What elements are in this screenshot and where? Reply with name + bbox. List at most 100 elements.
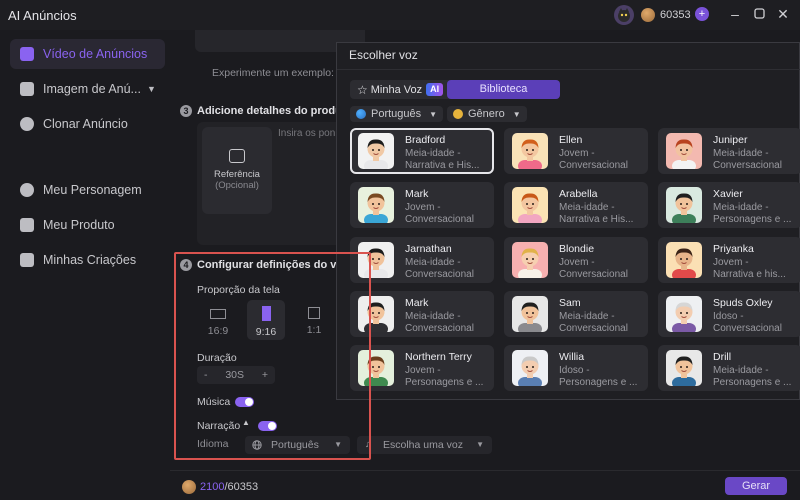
duration-stepper[interactable]: - 30S + [197,366,275,384]
voice-avatar [512,296,548,332]
voice-name: Willia [559,351,585,363]
voice-avatar [512,187,548,223]
voice-card[interactable]: Jarnathan Meia-idade - Conversacional [350,237,494,283]
voice-name: Arabella [559,188,598,200]
chevron-down-icon: ▼ [429,109,438,119]
duration-label: Duração [197,352,237,364]
voice-style: Conversacional [559,269,628,280]
voice-name: Ellen [559,134,583,146]
voice-age: Idoso - [559,365,590,376]
duration-plus-button[interactable]: + [262,369,268,381]
filter-label: Gênero [468,108,505,120]
clone-icon [20,117,34,131]
voice-style: Narrativa e His... [559,214,634,225]
voice-card[interactable]: Blondie Jovem - Conversacional [504,237,648,283]
globe-icon [252,440,262,450]
voice-age: Jovem - [559,148,595,159]
modal-footer [337,394,800,400]
voice-select[interactable]: ♫ Escolha uma voz ▼ [357,436,492,454]
generate-button[interactable]: Gerar [725,477,787,495]
language-filter[interactable]: Português ▼ [350,106,444,122]
voice-card[interactable]: Sam Meia-idade - Conversacional [504,291,648,337]
voice-avatar [512,133,548,169]
voice-style: Narrativa e his... [713,269,786,280]
tab-label: Minha Voz [370,83,423,96]
voice-style: Personagens e ... [713,214,792,225]
voice-age: Meia-idade - [559,202,615,213]
step4-heading: 4 Configurar definições do vídeo [180,259,359,271]
voice-name: Mark [405,297,429,309]
voice-name: Xavier [713,188,743,200]
music-toggle[interactable] [235,397,254,407]
ratio-option-1-1[interactable]: 1:1 [295,300,333,340]
ratio-option-9-16[interactable]: 9:16 [247,300,285,340]
product-details-input[interactable]: Insira os pon [278,128,335,139]
voice-avatar [512,350,548,386]
voice-style: Narrativa e His... [405,160,480,171]
portrait-icon [261,306,271,321]
user-avatar[interactable] [614,5,634,25]
reference-label: Referência [214,169,260,180]
voice-name: Sam [559,297,581,309]
voice-card[interactable]: Ellen Jovem - Conversacional [504,128,648,174]
voice-card[interactable]: Drill Meia-idade - Personagens e ... [658,345,800,391]
gender-filter[interactable]: Gênero ▼ [447,106,527,122]
duration-minus-button[interactable]: - [204,369,208,381]
sidebar-item-my-creations[interactable]: Minhas Criações [10,245,165,275]
voice-card[interactable]: Willia Idoso - Personagens e ... [504,345,648,391]
music-label: Música [197,396,231,408]
language-label: Idioma [197,438,229,450]
voice-name: Juniper [713,134,748,146]
sidebar-item-my-product[interactable]: Meu Produto [10,210,165,240]
voice-card[interactable]: Bradford Meia-idade - Narrativa e His... [350,128,494,174]
coin-icon [182,480,196,494]
example-prompt-text: Experimente um exemplo: [212,67,334,79]
voice-name: Jarnathan [405,243,452,255]
voice-avatar [512,242,548,278]
sidebar-item-label: Meu Produto [43,218,115,232]
globe-icon [356,109,366,119]
sidebar-item-my-character[interactable]: Meu Personagem [10,175,165,205]
voice-age: Jovem - [559,257,595,268]
tab-library[interactable]: Biblioteca [447,80,560,99]
voice-style: Conversacional [405,269,474,280]
voice-age: Idoso - [713,311,744,322]
ratio-option-16-9[interactable]: 16:9 [199,300,237,340]
voice-card[interactable]: Juniper Meia-idade - Conversacional [658,128,800,174]
tab-my-voice[interactable]: ☆ Minha Voz AI [357,82,444,97]
sidebar-item-clone-ad[interactable]: Clonar Anúncio [10,109,165,139]
video-plus-icon [229,149,245,163]
step3-heading: 3 Adicione detalhes do produto [180,105,352,117]
voice-card[interactable]: Mark Meia-idade - Conversacional [350,291,494,337]
voice-card[interactable]: Northern Terry Jovem - Personagens e ... [350,345,494,391]
minimize-icon[interactable]: – [728,7,742,21]
maximize-icon[interactable] [752,7,766,21]
language-select[interactable]: Português ▼ [245,436,350,454]
step3-title: Adicione detalhes do produto [197,105,353,117]
add-credits-button[interactable]: + [695,7,709,21]
voice-age: Meia-idade - [405,257,461,268]
voice-style: Conversacional [713,323,782,334]
chevron-down-icon: ▼ [334,440,342,449]
voice-card[interactable]: Mark Jovem - Conversacional [350,182,494,228]
sidebar-item-video-ads[interactable]: Vídeo de Anúncios [10,39,165,69]
voice-age: Meia-idade - [713,148,769,159]
reference-sublabel: (Opcional) [215,180,259,191]
voice-name: Blondie [559,243,595,255]
credits-balance: 60353 [660,9,691,21]
voice-name: Spuds Oxley [713,297,773,309]
voice-card[interactable]: Xavier Meia-idade - Personagens e ... [658,182,800,228]
narration-label: Narração [197,420,241,432]
voice-card[interactable]: Spuds Oxley Idoso - Conversacional [658,291,800,337]
reference-upload[interactable]: Referência (Opcional) [202,127,272,214]
sidebar-item-image-ads[interactable]: Imagem de Anú... ▼ [10,74,165,104]
voice-card[interactable]: Priyanka Jovem - Narrativa e his... [658,237,800,283]
voice-card[interactable]: Arabella Meia-idade - Narrativa e His... [504,182,648,228]
voice-age: Meia-idade - [405,148,461,159]
landscape-icon [210,309,226,319]
close-window-icon[interactable]: ✕ [776,7,790,21]
voice-style: Personagens e ... [713,377,792,388]
caret-up-icon[interactable]: ▲ [242,418,250,427]
voice-name: Drill [713,351,732,363]
narration-toggle[interactable] [258,421,277,431]
